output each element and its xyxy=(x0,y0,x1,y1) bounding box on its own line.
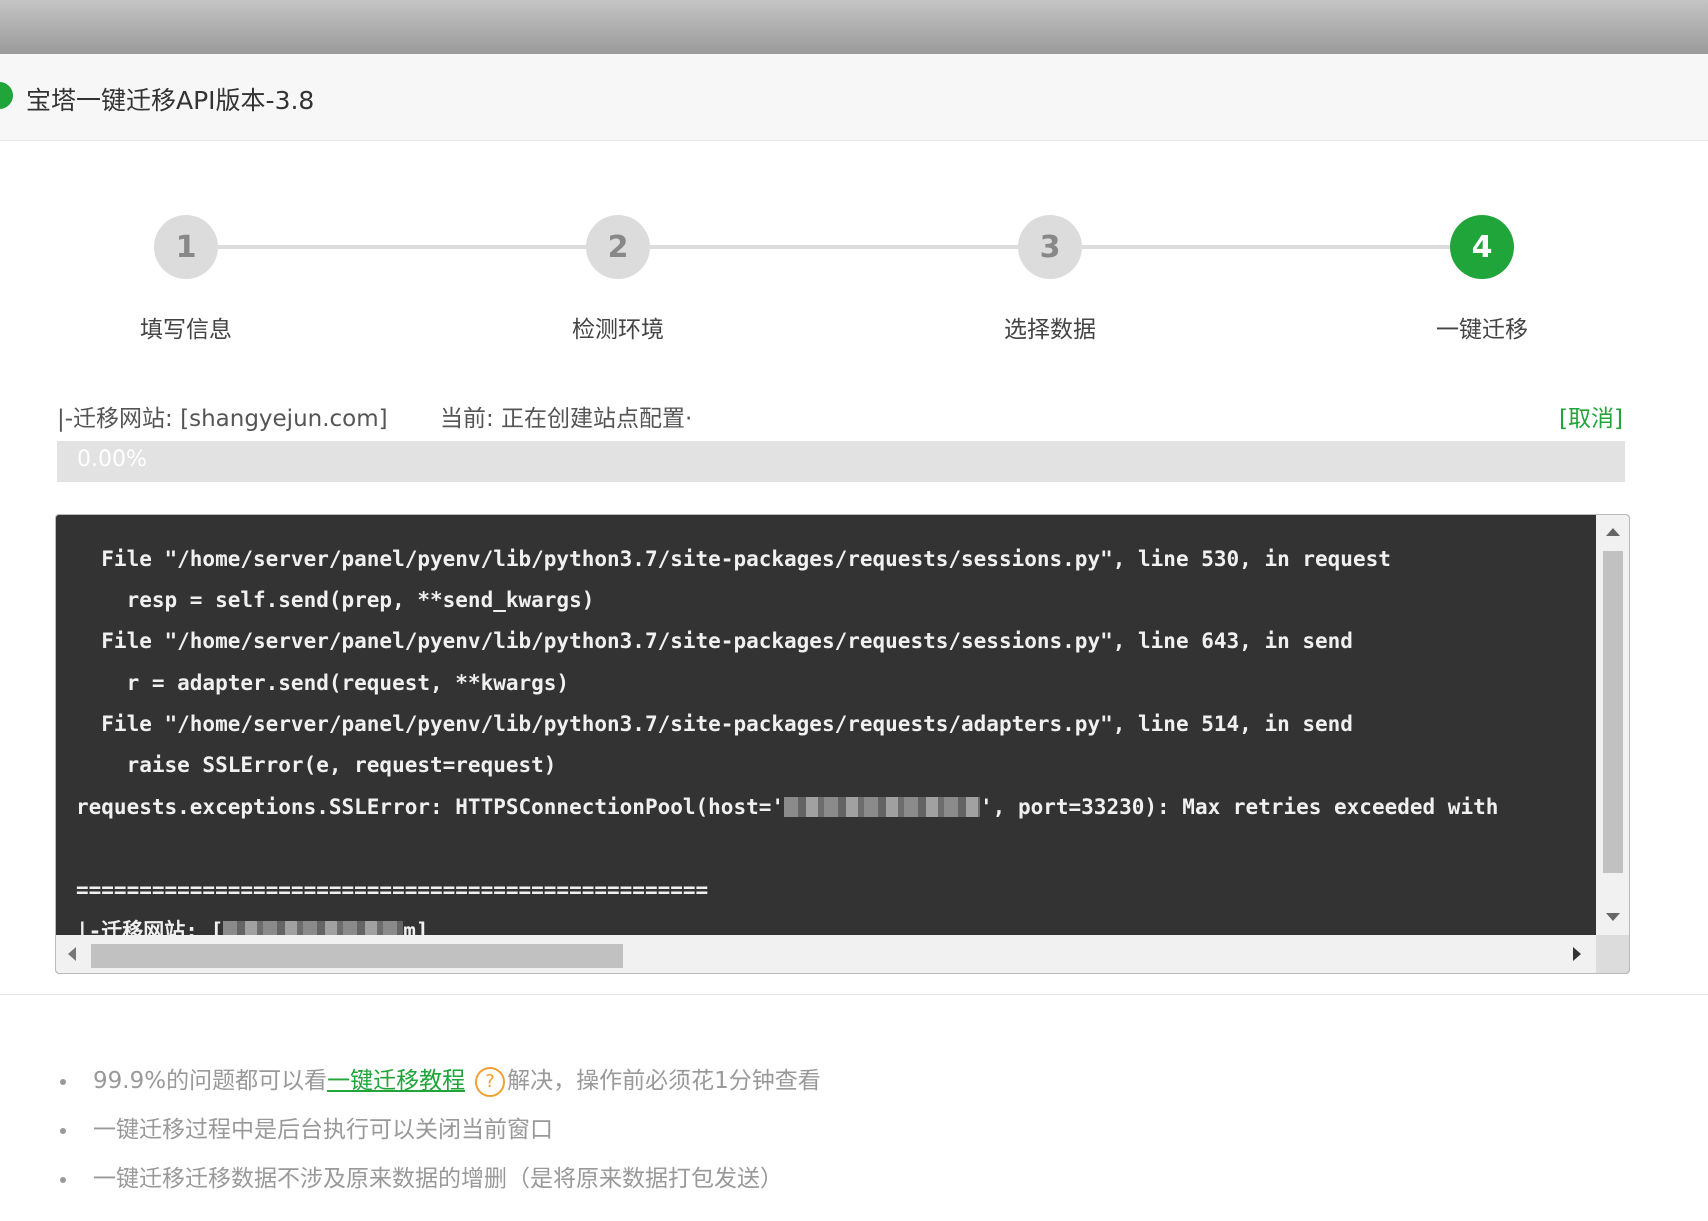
migrating-site-label: |-迁移网站: [shangyejun.com] xyxy=(57,406,388,432)
log-line: File "/home/server/panel/pyenv/lib/pytho… xyxy=(76,547,1391,571)
tip-item: 一键迁移过程中是后台执行可以关闭当前窗口 xyxy=(57,1115,821,1164)
step-2-circle: 2 xyxy=(586,215,650,279)
scroll-down-icon[interactable] xyxy=(1606,913,1620,921)
tip-text: 解决，操作前必须花1分钟查看 xyxy=(507,1068,821,1094)
cancel-button[interactable]: [取消] xyxy=(1559,399,1623,433)
step-1-circle: 1 xyxy=(154,215,218,279)
tip-text: 99.9%的问题都可以看 xyxy=(93,1068,328,1094)
log-separator: ========================================… xyxy=(76,878,709,902)
log-line: File "/home/server/panel/pyenv/lib/pytho… xyxy=(76,712,1353,736)
window-top-bar xyxy=(0,0,1708,54)
horizontal-scrollbar[interactable] xyxy=(56,935,1596,973)
log-console[interactable]: File "/home/server/panel/pyenv/lib/pytho… xyxy=(55,514,1630,974)
step-connector-2-3 xyxy=(650,245,1022,249)
progress-label: 0.00% xyxy=(77,447,147,472)
log-text: requests.exceptions.SSLError: HTTPSConne… xyxy=(76,795,785,819)
window-title: 宝塔一键迁移API版本-3.8 xyxy=(26,86,315,115)
log-text: m] xyxy=(403,919,429,935)
horizontal-scroll-thumb[interactable] xyxy=(91,944,623,968)
redacted-site xyxy=(223,921,404,935)
log-line: r = adapter.send(request, **kwargs) xyxy=(76,671,570,695)
section-divider xyxy=(0,994,1708,995)
vertical-scrollbar[interactable] xyxy=(1596,515,1629,935)
progress-bar: 0.00% xyxy=(57,441,1625,482)
title-bar: 宝塔一键迁移API版本-3.8 xyxy=(0,54,1708,141)
step-connector-3-4 xyxy=(1082,245,1454,249)
log-line: raise SSLError(e, request=request) xyxy=(76,753,557,777)
log-line-ssl-error: requests.exceptions.SSLError: HTTPSConne… xyxy=(76,793,1498,821)
step-connector-1-2 xyxy=(218,245,590,249)
log-line: File "/home/server/panel/pyenv/lib/pytho… xyxy=(76,629,1353,653)
scroll-left-icon[interactable] xyxy=(68,947,76,961)
scroll-right-icon[interactable] xyxy=(1573,947,1581,961)
step-4-label: 一键迁移 xyxy=(1436,317,1528,343)
tip-item: 99.9%的问题都可以看一键迁移教程? 解决，操作前必须花1分钟查看 xyxy=(57,1066,821,1115)
log-text: ', port=33230): Max retries exceeded wit… xyxy=(980,795,1499,819)
step-1-label: 填写信息 xyxy=(140,317,232,343)
redacted-host xyxy=(784,797,981,817)
step-3-label: 选择数据 xyxy=(1004,317,1096,343)
tip-item: 一键迁移迁移数据不涉及原来数据的增删（是将原来数据打包发送） xyxy=(57,1164,821,1213)
tips-list: 99.9%的问题都可以看一键迁移教程? 解决，操作前必须花1分钟查看 一键迁移过程… xyxy=(57,1066,821,1213)
current-status-label: 当前: 正在创建站点配置· xyxy=(440,406,693,432)
question-circle-icon[interactable]: ? xyxy=(475,1067,506,1097)
step-2-label: 检测环境 xyxy=(572,317,664,343)
vertical-scroll-thumb[interactable] xyxy=(1603,551,1623,873)
scrollbar-corner xyxy=(1596,935,1629,973)
tutorial-link[interactable]: 一键迁移教程 xyxy=(327,1068,465,1094)
step-4-circle: 4 xyxy=(1450,215,1514,279)
step-3-circle: 3 xyxy=(1018,215,1082,279)
scroll-up-icon[interactable] xyxy=(1606,528,1620,536)
log-output: File "/home/server/panel/pyenv/lib/pytho… xyxy=(56,515,1596,935)
log-text: |-迁移网站: [ xyxy=(76,919,224,935)
log-line: resp = self.send(prep, **send_kwargs) xyxy=(76,588,595,612)
log-line-site: |-迁移网站: [ m] xyxy=(76,917,429,935)
check-circle-icon xyxy=(0,82,13,109)
